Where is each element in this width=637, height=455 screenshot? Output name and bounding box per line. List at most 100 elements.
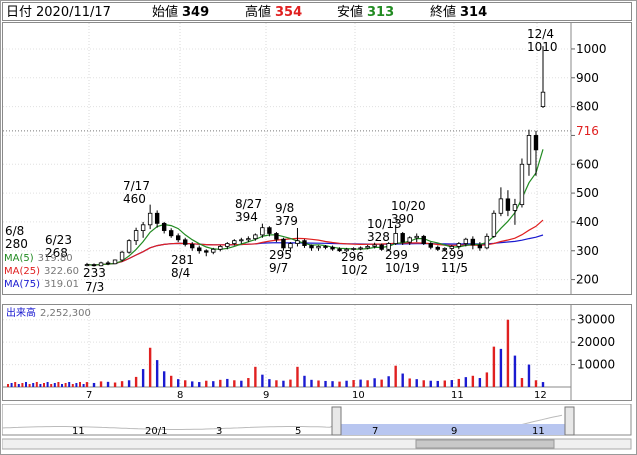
volume-month-label: 7 bbox=[86, 390, 92, 400]
annotation-date: 7/3 bbox=[85, 280, 104, 294]
candle-body bbox=[218, 246, 223, 250]
candle-body bbox=[365, 246, 370, 249]
candle-body bbox=[519, 163, 525, 206]
volume-bar bbox=[25, 382, 27, 387]
candle-body bbox=[119, 251, 125, 261]
close-value: 314 bbox=[460, 5, 488, 20]
candle-body bbox=[112, 259, 118, 265]
candle-body bbox=[540, 91, 546, 108]
volume-bar bbox=[513, 355, 517, 387]
candle-body bbox=[372, 244, 377, 247]
volume-bar bbox=[92, 382, 96, 387]
candle-body bbox=[105, 262, 111, 265]
volume-tick-label: 30000 bbox=[577, 313, 615, 327]
volume-bar bbox=[289, 379, 292, 387]
volume-bar bbox=[331, 381, 334, 387]
volume-month-label: 9 bbox=[263, 390, 269, 400]
candle-body bbox=[491, 212, 497, 237]
annotation-value: 394 bbox=[235, 210, 258, 224]
volume-month-label: 11 bbox=[451, 390, 464, 400]
candle-body bbox=[358, 247, 363, 250]
price-chart[interactable]: 20030040050060080090010007891011127166/8… bbox=[3, 23, 631, 306]
volume-bar bbox=[275, 380, 278, 387]
annotation-value: 1010 bbox=[527, 40, 558, 54]
annotation-value: 296 bbox=[341, 250, 364, 264]
candle-body bbox=[330, 246, 335, 250]
current-price-label: 716 bbox=[576, 124, 599, 138]
volume-bar bbox=[464, 377, 468, 387]
candle-body bbox=[302, 240, 307, 246]
volume-bar bbox=[191, 381, 194, 387]
candle-body bbox=[140, 224, 146, 231]
volume-bar bbox=[14, 382, 17, 387]
annotation-value: 295 bbox=[269, 248, 292, 262]
volume-bar bbox=[177, 379, 180, 387]
candle-body bbox=[211, 248, 216, 253]
volume-tick-label: 20000 bbox=[577, 335, 615, 349]
candle-body bbox=[407, 237, 412, 243]
candle-body bbox=[274, 233, 279, 240]
volume-bar bbox=[10, 383, 13, 387]
navigator-chart[interactable]: 11 20/1 3 5 7 9 11 bbox=[1, 403, 632, 450]
annotation-date: 8/27 bbox=[235, 197, 262, 211]
volume-bar bbox=[61, 384, 63, 387]
ma25-legend: MA(25) 322.60 bbox=[4, 266, 79, 277]
volume-bar bbox=[492, 346, 496, 387]
price-tick-label: 800 bbox=[576, 100, 599, 114]
volume-bar bbox=[205, 380, 208, 387]
volume-bar bbox=[155, 360, 159, 387]
volume-bar bbox=[254, 366, 257, 387]
high-field: 高値 354 bbox=[245, 5, 303, 20]
volume-bar bbox=[46, 382, 49, 387]
price-tick-label: 600 bbox=[576, 157, 599, 171]
price-tick-label: 300 bbox=[576, 244, 599, 258]
navigator-label: 20/1 bbox=[145, 426, 167, 437]
volume-bar bbox=[64, 383, 67, 387]
candle-body bbox=[190, 244, 195, 249]
annotation-date: 9/8 bbox=[275, 201, 294, 215]
candle-body bbox=[295, 240, 300, 244]
annotation-date: 11/5 bbox=[441, 261, 468, 275]
annotation-value: 379 bbox=[275, 214, 298, 228]
volume-bar bbox=[317, 380, 320, 387]
candle-body bbox=[379, 244, 384, 250]
annotation-value: 299 bbox=[385, 248, 408, 262]
annotation-value: 390 bbox=[391, 212, 414, 226]
volume-bar bbox=[233, 380, 236, 387]
volume-bar bbox=[394, 365, 397, 387]
volume-bar bbox=[366, 380, 369, 387]
volume-bar bbox=[373, 378, 376, 387]
volume-bar bbox=[68, 382, 71, 387]
ma5-line bbox=[86, 149, 544, 266]
candle-body bbox=[309, 245, 314, 249]
volume-chart[interactable]: 10000 20000 30000 7 8 9 10 11 12 bbox=[3, 305, 631, 401]
volume-bar bbox=[21, 383, 24, 387]
volume-bar bbox=[127, 380, 131, 387]
volume-bar bbox=[471, 375, 475, 387]
candle-body bbox=[470, 238, 476, 246]
candle-body bbox=[197, 247, 202, 252]
volume-bar bbox=[443, 380, 446, 387]
navigator-panel[interactable]: 11 20/1 3 5 7 9 11 bbox=[1, 403, 632, 450]
candle-body bbox=[463, 238, 469, 244]
candle-body bbox=[260, 227, 265, 236]
navigator-label: 11 bbox=[72, 426, 85, 437]
candle-body bbox=[168, 230, 174, 237]
candle-body bbox=[393, 233, 398, 244]
annotation-date: 12/4 bbox=[527, 27, 554, 41]
annotation-value: 299 bbox=[441, 248, 464, 262]
price-panel[interactable]: 20030040050060080090010007891011127166/8… bbox=[2, 22, 632, 306]
candle-body bbox=[246, 238, 251, 241]
annotation-value: 233 bbox=[83, 266, 106, 280]
volume-bar bbox=[113, 382, 117, 387]
date-field: 日付 2020/11/17 bbox=[6, 5, 111, 20]
volume-bar bbox=[120, 381, 124, 387]
volume-panel[interactable]: 10000 20000 30000 7 8 9 10 11 12 出来高 2,252,300 bbox=[2, 304, 632, 401]
volume-bar bbox=[352, 380, 355, 387]
annotation-date: 9/7 bbox=[269, 261, 288, 275]
volume-bar bbox=[134, 376, 138, 387]
ma75-legend: MA(75) 319.01 bbox=[4, 279, 79, 290]
candle-body bbox=[428, 243, 433, 248]
volume-bar bbox=[520, 378, 524, 387]
navigator-handle-right bbox=[564, 406, 575, 436]
